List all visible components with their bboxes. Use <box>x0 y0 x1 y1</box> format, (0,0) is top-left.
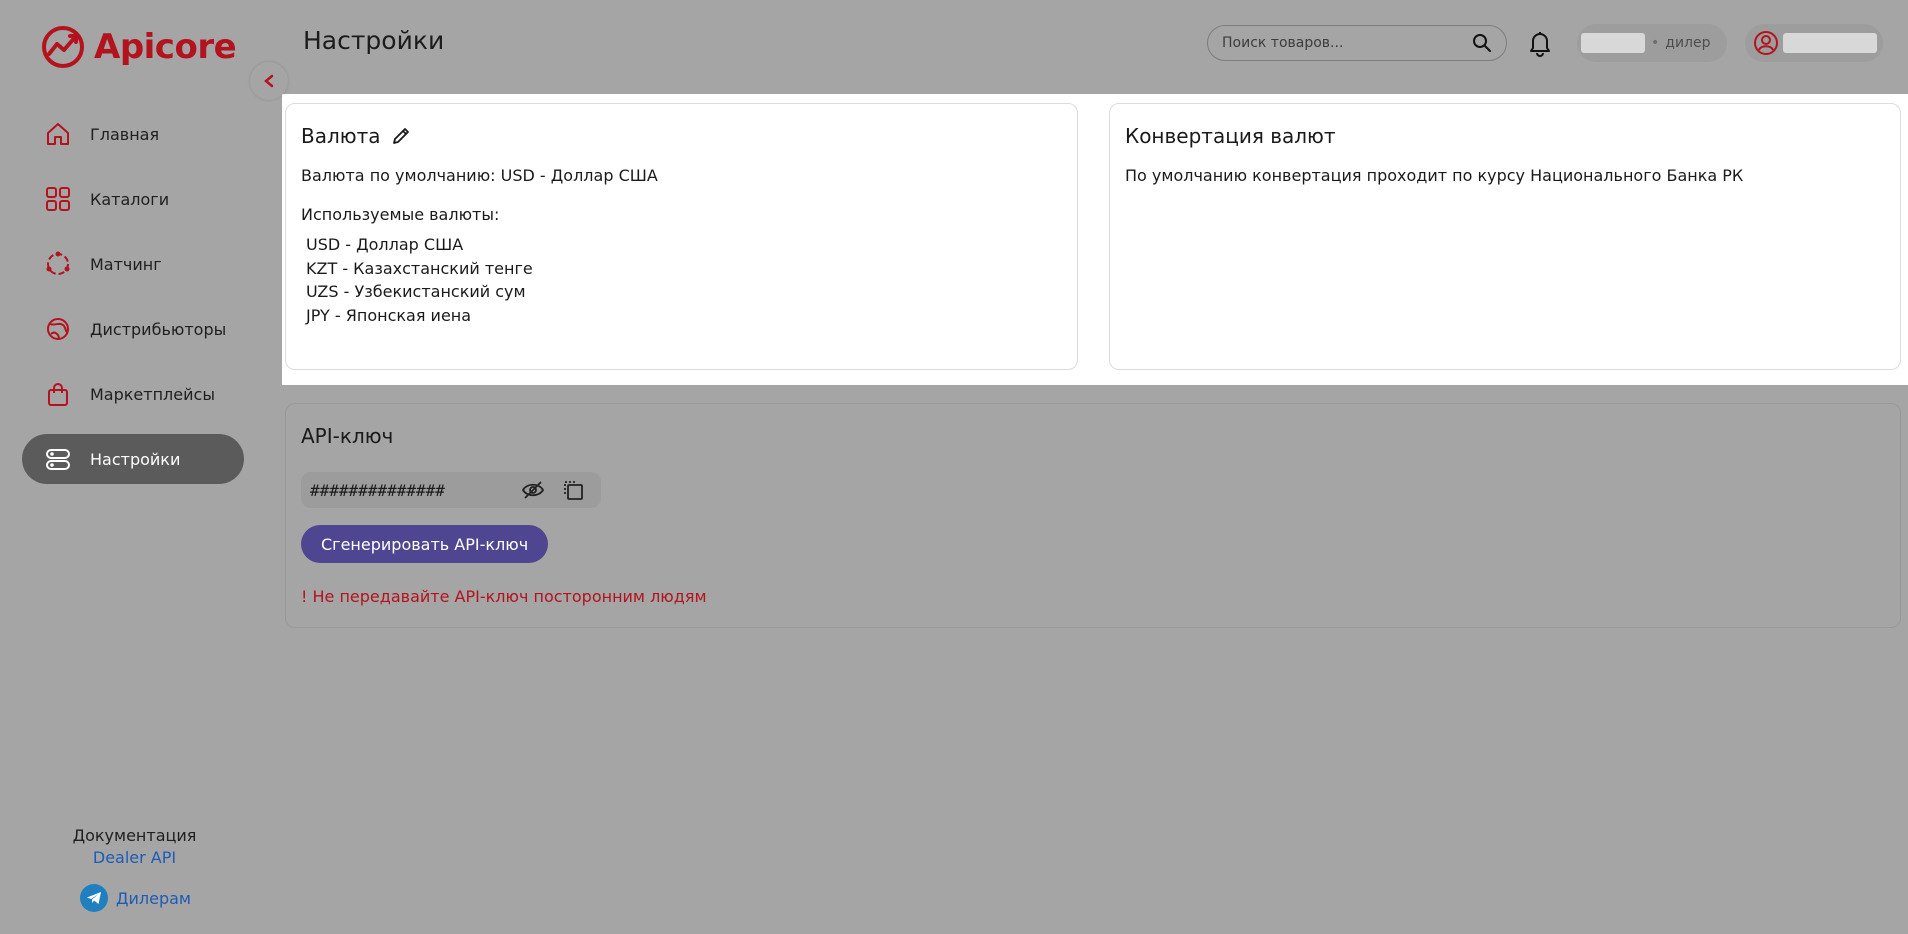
sidebar-item-matching[interactable]: Матчинг <box>22 239 244 289</box>
list-item: JPY - Японская иена <box>306 305 472 325</box>
api-key-title: API-ключ <box>301 424 394 448</box>
sidebar-item-label: Настройки <box>90 449 181 469</box>
used-currencies-label: Используемые валюты: <box>301 205 500 224</box>
sidebar-item-marketplaces[interactable]: Маркетплейсы <box>22 369 244 419</box>
documentation-block: Документация Dealer API <box>0 826 269 867</box>
generate-api-key-button[interactable]: Сгенерировать API-ключ <box>301 525 549 563</box>
sidebar-item-home[interactable]: Главная <box>22 109 244 159</box>
apicore-logo-icon <box>42 26 84 68</box>
user-account-selector[interactable]: • дилер <box>1577 24 1727 62</box>
notifications-bell-icon[interactable] <box>1527 29 1553 57</box>
conversion-description: По умолчанию конвертация проходит по кур… <box>1125 166 1744 185</box>
telegram-link-label: Дилерам <box>116 888 191 908</box>
docs-title: Документация <box>72 826 197 845</box>
blurred-username <box>1581 33 1645 53</box>
search-input[interactable] <box>1222 35 1472 51</box>
conversion-card-title: Конвертация валют <box>1125 124 1336 148</box>
currency-card: Валюта Валюта по умолчанию: USD - Доллар… <box>285 103 1078 370</box>
dealer-api-link[interactable]: Dealer API <box>0 848 269 867</box>
telegram-icon <box>80 884 108 912</box>
sidebar-item-distributors[interactable]: Дистрибьюторы <box>22 304 244 354</box>
user-icon <box>1754 31 1778 55</box>
currency-card-title: Валюта <box>301 124 411 148</box>
separator-dot: • <box>1651 35 1660 51</box>
logo[interactable]: Apicore <box>40 24 237 70</box>
api-key-field: ############## <box>301 472 601 508</box>
search-icon[interactable] <box>1472 33 1492 53</box>
telegram-link[interactable]: Дилерам <box>80 884 191 912</box>
profile-button[interactable] <box>1745 24 1883 62</box>
sidebar-item-label: Каталоги <box>90 189 170 209</box>
list-item: USD - Доллар США <box>306 235 464 254</box>
collapse-sidebar-button[interactable] <box>250 62 288 100</box>
sidebar-item-label: Дистрибьюторы <box>90 319 227 339</box>
edit-pencil-icon[interactable] <box>391 126 411 146</box>
matching-icon <box>44 250 72 278</box>
settings-icon <box>44 445 72 473</box>
list-item: UZS - Узбекистанский сум <box>306 282 526 301</box>
api-key-value: ############## <box>310 480 445 500</box>
list-item: KZT - Казахстанский тенге <box>306 258 533 278</box>
user-role: дилер <box>1665 35 1711 51</box>
bag-icon <box>44 380 72 408</box>
globe-icon <box>44 315 72 343</box>
blurred-profile-name <box>1783 33 1877 53</box>
home-icon <box>44 120 72 148</box>
grid-icon <box>44 185 72 213</box>
sidebar-nav: Главная Каталоги Матчинг Дистрибьюторы М… <box>22 109 244 499</box>
sidebar-item-label: Главная <box>90 124 160 144</box>
sidebar: Apicore Главная Каталоги Матчинг Дистриб… <box>0 0 269 934</box>
sidebar-item-catalogs[interactable]: Каталоги <box>22 174 244 224</box>
currency-list: USD - Доллар США KZT - Казахстанский тен… <box>306 233 533 327</box>
currency-conversion-card: Конвертация валют По умолчанию конвертац… <box>1109 103 1901 370</box>
api-key-warning: ! Не передавайте API-ключ посторонним лю… <box>301 587 707 606</box>
sidebar-item-label: Матчинг <box>90 254 162 274</box>
search-bar <box>1207 25 1507 61</box>
sidebar-item-settings[interactable]: Настройки <box>22 434 244 484</box>
chevron-left-icon <box>264 74 274 88</box>
toggle-visibility-eye-icon[interactable] <box>520 477 546 503</box>
default-currency-text: Валюта по умолчанию: USD - Доллар США <box>301 166 658 185</box>
sidebar-item-label: Маркетплейсы <box>90 384 215 404</box>
page-title: Настройки <box>303 26 445 55</box>
copy-icon[interactable] <box>560 477 586 503</box>
logo-text: Apicore <box>94 27 237 67</box>
api-key-card: API-ключ ############## Сгенерировать AP… <box>285 403 1901 628</box>
